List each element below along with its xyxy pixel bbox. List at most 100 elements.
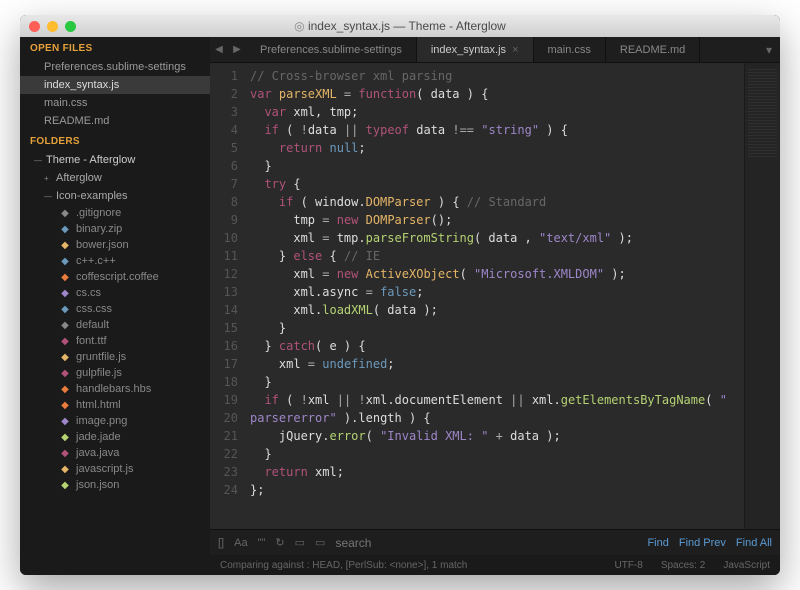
open-file-item[interactable]: README.md [20, 112, 210, 130]
file-label: binary.zip [76, 223, 122, 235]
file-type-icon: ◆ [60, 368, 70, 379]
tab-label: README.md [620, 44, 685, 56]
selection-icon[interactable]: ▭ [295, 536, 305, 549]
file-label: handlebars.hbs [76, 383, 151, 395]
file-item[interactable]: ◆ cs.cs [20, 285, 210, 301]
file-type-icon: ◆ [60, 304, 70, 315]
file-item[interactable]: ◆ bower.json [20, 237, 210, 253]
file-label: css.css [76, 303, 112, 315]
file-label: javascript.js [76, 463, 133, 475]
file-item[interactable]: ◆ font.ttf [20, 333, 210, 349]
status-encoding[interactable]: UTF-8 [614, 560, 642, 571]
file-item[interactable]: ◆gulpfile.js [20, 365, 210, 381]
find-prev-button[interactable]: Find Prev [679, 537, 726, 549]
sidebar: OPEN FILES Preferences.sublime-settingsi… [20, 37, 210, 575]
tab-bar: ◀ ▶ Preferences.sublime-settings index_sy… [210, 37, 780, 63]
file-item[interactable]: ◆ coffescript.coffee [20, 269, 210, 285]
folders-header: FOLDERS [20, 130, 210, 151]
file-item[interactable]: ◆ c++.c++ [20, 253, 210, 269]
file-item[interactable]: ◆json.json [20, 477, 210, 493]
file-label: java.java [76, 447, 119, 459]
file-item[interactable]: ◆ .gitignore [20, 205, 210, 221]
folder-afterglow[interactable]: +Afterglow [20, 169, 210, 187]
status-bar: Comparing against : HEAD, [PerlSub: <non… [210, 555, 780, 575]
titlebar: ◎ index_syntax.js — Theme - Afterglow [20, 15, 780, 37]
tab-close-icon[interactable]: × [512, 44, 518, 56]
find-button[interactable]: Find [647, 537, 668, 549]
open-file-item[interactable]: main.css [20, 94, 210, 112]
file-label: c++.c++ [76, 255, 116, 267]
file-label: json.json [76, 479, 119, 491]
open-file-item[interactable]: Preferences.sublime-settings [20, 58, 210, 76]
minimize-icon[interactable] [47, 21, 58, 32]
case-icon[interactable]: Aa [234, 537, 247, 549]
file-type-icon: ◆ [60, 400, 70, 411]
tab-overflow-icon[interactable]: ▾ [758, 37, 780, 62]
file-label: jade.jade [76, 431, 121, 443]
line-gutter: 123456789101112131415161718192021222324 [210, 63, 246, 529]
file-type-icon: ◆ [60, 224, 70, 235]
file-item[interactable]: ◆ css.css [20, 301, 210, 317]
close-icon[interactable] [29, 21, 40, 32]
file-type-icon: ◆ [60, 432, 70, 443]
file-item[interactable]: ◆ jade.jade [20, 429, 210, 445]
folder-root[interactable]: —Theme - Afterglow [20, 151, 210, 169]
file-type-icon: ◆ [60, 272, 70, 283]
file-item[interactable]: ◆ image.png [20, 413, 210, 429]
zoom-icon[interactable] [65, 21, 76, 32]
tab[interactable]: index_syntax.js × [417, 37, 534, 62]
nav-forward-icon[interactable]: ▶ [228, 37, 246, 62]
tab[interactable]: Preferences.sublime-settings [246, 37, 417, 62]
tab[interactable]: README.md [606, 37, 700, 62]
file-label: coffescript.coffee [76, 271, 159, 283]
file-item[interactable]: ◆ handlebars.hbs [20, 381, 210, 397]
file-type-icon: ◆ [60, 416, 70, 427]
highlight-icon[interactable]: ▭ [315, 536, 325, 549]
file-label: default [76, 319, 109, 331]
file-type-icon: ◆ [60, 336, 70, 347]
find-all-button[interactable]: Find All [736, 537, 772, 549]
file-item[interactable]: ◆ default [20, 317, 210, 333]
file-type-icon: ◆ [60, 208, 70, 219]
tab[interactable]: main.css [534, 37, 606, 62]
file-item[interactable]: ◆ html.html [20, 397, 210, 413]
wrap-icon[interactable]: ↻ [275, 536, 284, 549]
open-files-header: OPEN FILES [20, 37, 210, 58]
tab-label: index_syntax.js [431, 44, 506, 56]
file-type-icon: ◆ [60, 448, 70, 459]
file-label: cs.cs [76, 287, 101, 299]
status-left: Comparing against : HEAD, [PerlSub: <non… [220, 560, 467, 571]
file-label: gruntfile.js [76, 351, 126, 363]
file-label: html.html [76, 399, 121, 411]
file-item[interactable]: ◆ javascript.js [20, 461, 210, 477]
file-label: font.ttf [76, 335, 107, 347]
file-type-icon: ◆ [60, 288, 70, 299]
window-title: ◎ index_syntax.js — Theme - Afterglow [20, 19, 780, 33]
open-file-item[interactable]: index_syntax.js [20, 76, 210, 94]
code-editor[interactable]: 123456789101112131415161718192021222324 … [210, 63, 780, 529]
tab-label: Preferences.sublime-settings [260, 44, 402, 56]
minimap[interactable] [744, 63, 780, 529]
quote-icon[interactable]: "" [258, 537, 266, 549]
status-spaces[interactable]: Spaces: 2 [661, 560, 705, 571]
folder-icon-examples[interactable]: —Icon-examples [20, 187, 210, 205]
search-bar: [] Aa "" ↻ ▭ ▭ Find Find Prev Find All [210, 529, 780, 555]
file-label: .gitignore [76, 207, 121, 219]
file-label: image.png [76, 415, 127, 427]
code-content[interactable]: // Cross-browser xml parsingvar parseXML… [246, 63, 744, 529]
tab-label: main.css [548, 44, 591, 56]
regex-icon[interactable]: [] [218, 537, 224, 549]
search-input[interactable] [335, 536, 637, 550]
file-label: bower.json [76, 239, 129, 251]
file-type-icon: ◆ [60, 384, 70, 395]
status-lang[interactable]: JavaScript [723, 560, 770, 571]
file-item[interactable]: ◆gruntfile.js [20, 349, 210, 365]
file-type-icon: ◆ [60, 240, 70, 251]
file-type-icon: ◆ [60, 464, 70, 475]
editor-window: ◎ index_syntax.js — Theme - Afterglow OP… [20, 15, 780, 575]
file-type-icon: ◆ [60, 256, 70, 267]
nav-back-icon[interactable]: ◀ [210, 37, 228, 62]
file-item[interactable]: ◆ java.java [20, 445, 210, 461]
file-item[interactable]: ◆ binary.zip [20, 221, 210, 237]
file-type-icon: ◆ [60, 320, 70, 331]
